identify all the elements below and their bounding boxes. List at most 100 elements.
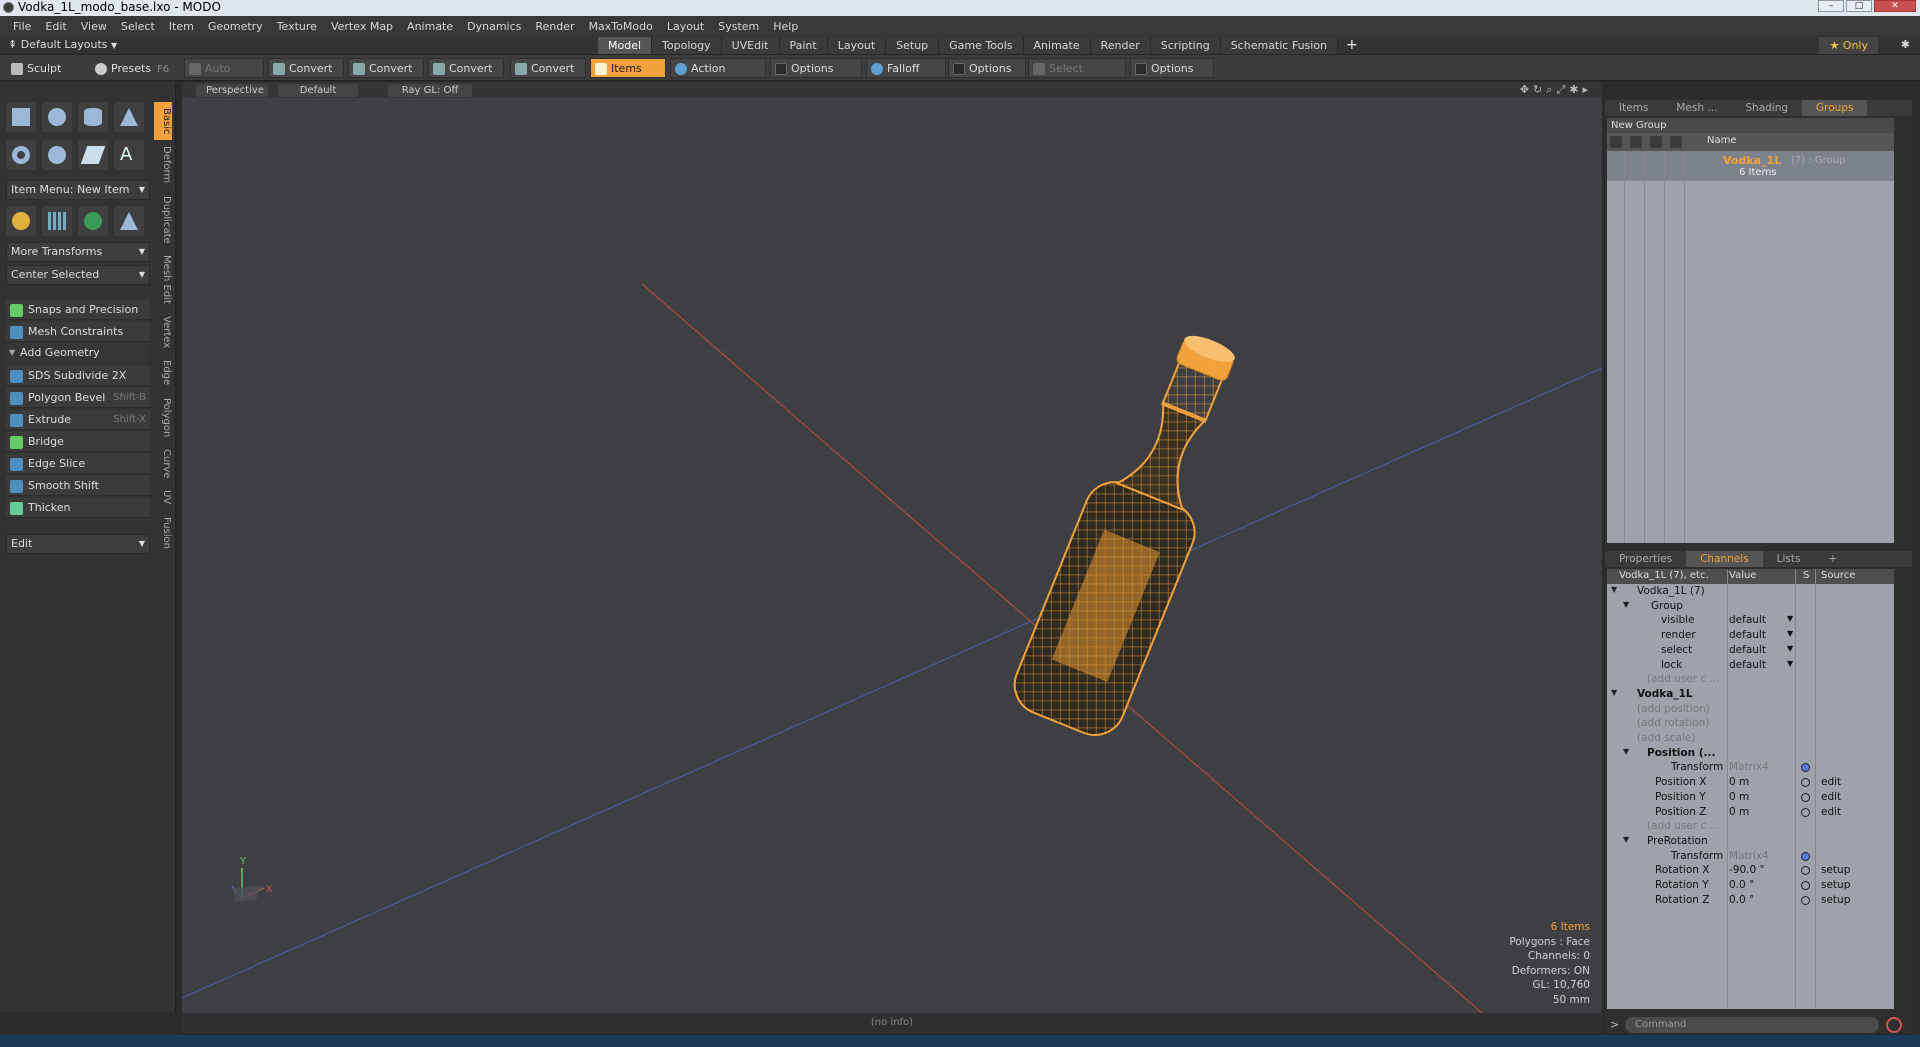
tab-render[interactable]: Render [1090, 37, 1151, 54]
tab-groups[interactable]: Groups [1802, 100, 1868, 116]
vtab-deform[interactable]: Deform [154, 140, 172, 189]
channel-row[interactable]: Position Z0 m edit [1607, 805, 1894, 820]
channel-row[interactable]: ▼ Group [1607, 599, 1894, 614]
channel-row[interactable]: (add position) [1607, 702, 1894, 717]
new-group-button[interactable]: New Group [1607, 118, 1894, 133]
vtab-basic[interactable]: Basic [154, 102, 172, 141]
select-options-button[interactable]: Options [1130, 58, 1214, 78]
menu-layout[interactable]: Layout [660, 20, 711, 33]
channel-row[interactable]: ▼ PreRotation [1607, 834, 1894, 849]
tab-model[interactable]: Model [598, 37, 653, 54]
item-menu-dropdown[interactable]: Item Menu: New Item ▼ [6, 180, 150, 200]
vtab-mesh-edit[interactable]: Mesh Edit [154, 249, 172, 310]
channel-row[interactable]: Rotation Z 0.0 ° setup [1607, 893, 1894, 908]
vtab-duplicate[interactable]: Duplicate [154, 190, 172, 250]
cylinder-primitive-icon[interactable] [78, 102, 108, 132]
viewport-nav-tools[interactable]: ✥↻⌕⤢✱▸ [1520, 83, 1592, 97]
pyramid-tool-icon[interactable] [114, 206, 144, 236]
rotate-view-icon[interactable]: ↻ [1533, 83, 1546, 96]
sphere-primitive-icon[interactable] [42, 102, 72, 132]
viewport-gear-icon[interactable]: ✱ [1569, 83, 1582, 96]
tab-channels[interactable]: Channels [1686, 551, 1763, 567]
convert-polygons-button[interactable]: Convert [428, 58, 504, 78]
convert-materials-button[interactable]: Convert [510, 58, 586, 78]
minimize-button[interactable]: – [1818, 0, 1844, 12]
more-transforms-dropdown[interactable]: More Transforms ▼ [6, 242, 150, 262]
only-button[interactable]: ★ Only [1819, 37, 1878, 54]
zoom-view-icon[interactable]: ⌕ [1546, 83, 1556, 96]
shading-mode-button[interactable]: Default [278, 84, 358, 97]
gear-icon[interactable]: ✱ [1901, 38, 1910, 51]
groups-list[interactable]: New Group Name Vodka_1L (7) : Group 6 It… [1607, 118, 1894, 543]
channel-row[interactable]: render default ▼ [1607, 628, 1894, 643]
layout-selector[interactable]: ⇞ Default Layouts ▼ [8, 38, 117, 51]
add-tab-icon[interactable]: + [1338, 37, 1366, 54]
vtab-edge[interactable]: Edge [154, 354, 172, 391]
tab-lists[interactable]: Lists [1763, 551, 1815, 567]
polygon-bevel-button[interactable]: Polygon Bevel Shift-B [6, 388, 150, 408]
add-geometry-section[interactable]: ▼ Add Geometry [6, 344, 150, 362]
capsule-primitive-icon[interactable] [42, 140, 72, 170]
sculpt-button[interactable]: Sculpt [6, 58, 70, 78]
menu-item[interactable]: Item [162, 20, 201, 33]
action-center-button[interactable]: Action Center [670, 58, 766, 95]
extrude-button[interactable]: Extrude Shift-X [6, 410, 150, 430]
tab-shading[interactable]: Shading [1731, 100, 1802, 116]
action-center-options-button[interactable]: Options [770, 58, 862, 78]
menu-vertex-map[interactable]: Vertex Map [324, 20, 400, 33]
menu-texture[interactable]: Texture [270, 20, 324, 33]
channel-row[interactable]: (add scale) [1607, 731, 1894, 746]
mesh-constraints-button[interactable]: Mesh Constraints [6, 322, 150, 342]
tab-uvedit[interactable]: UVEdit [721, 37, 780, 54]
viewport-menu-icon[interactable]: ▸ [1582, 83, 1592, 96]
menu-system[interactable]: System [711, 20, 766, 33]
channel-row[interactable]: ▼ Vodka_1L (7) [1607, 584, 1894, 599]
channel-row[interactable]: Position Y0 m edit [1607, 790, 1894, 805]
channel-row[interactable]: lock default ▼ [1607, 658, 1894, 673]
close-button[interactable]: ✕ [1874, 0, 1916, 12]
torus-primitive-icon[interactable] [6, 140, 36, 170]
tab-items[interactable]: Items [1605, 100, 1662, 116]
center-selected-dropdown[interactable]: Center Selected ▼ [6, 265, 150, 285]
grid-tool-icon[interactable] [42, 206, 72, 236]
channel-row[interactable]: Transform Matrix4 [1607, 760, 1894, 775]
presets-button[interactable]: Presets F6 [90, 58, 170, 78]
tab-mesh[interactable]: Mesh ... [1662, 100, 1731, 116]
thicken-button[interactable]: Thicken [6, 498, 150, 518]
select-through-button[interactable]: Select Through [1028, 58, 1126, 95]
vtab-uv[interactable]: UV [154, 484, 172, 510]
convert-edges-button[interactable]: Convert [348, 58, 424, 78]
channel-row[interactable]: (add user c ... [1607, 672, 1894, 687]
vtab-polygon[interactable]: Polygon [154, 392, 172, 443]
menu-edit[interactable]: Edit [38, 20, 73, 33]
menu-help[interactable]: Help [766, 20, 805, 33]
tab-paint[interactable]: Paint [779, 37, 828, 54]
smooth-shift-button[interactable]: Smooth Shift [6, 476, 150, 496]
visibility-eye-icon[interactable] [1610, 136, 1622, 148]
tab-scripting[interactable]: Scripting [1150, 37, 1221, 54]
move-view-icon[interactable]: ✥ [1520, 83, 1533, 96]
auto-select-button[interactable]: Auto Select [184, 58, 264, 95]
channel-row[interactable]: (add user c ... [1607, 819, 1894, 834]
menu-dynamics[interactable]: Dynamics [460, 20, 528, 33]
tab-layout[interactable]: Layout [827, 37, 887, 54]
menu-select[interactable]: Select [114, 20, 162, 33]
falloff-button[interactable]: Falloff [866, 58, 946, 78]
edit-dropdown[interactable]: Edit ▼ [6, 534, 150, 554]
menu-file[interactable]: File [6, 20, 38, 33]
tab-setup[interactable]: Setup [886, 37, 940, 54]
sds-subdivide-button[interactable]: SDS Subdivide 2X [6, 366, 150, 386]
bridge-button[interactable]: Bridge [6, 432, 150, 452]
text-tool-icon[interactable]: A [114, 140, 144, 170]
channel-row[interactable]: select default ▼ [1607, 643, 1894, 658]
falloff-options-button[interactable]: Options [948, 58, 1026, 78]
vtab-curve[interactable]: Curve [154, 443, 172, 485]
raygl-button[interactable]: Ray GL: Off [388, 84, 472, 97]
edge-slice-button[interactable]: Edge Slice [6, 454, 150, 474]
menu-view[interactable]: View [74, 20, 114, 33]
transform-tool-icon[interactable] [6, 206, 36, 236]
channel-row[interactable]: Rotation X -90.0 ° setup [1607, 863, 1894, 878]
channel-row[interactable]: Transform Matrix4 [1607, 849, 1894, 864]
channel-row[interactable]: Position X0 m edit [1607, 775, 1894, 790]
tab-properties[interactable]: Properties [1605, 551, 1686, 567]
